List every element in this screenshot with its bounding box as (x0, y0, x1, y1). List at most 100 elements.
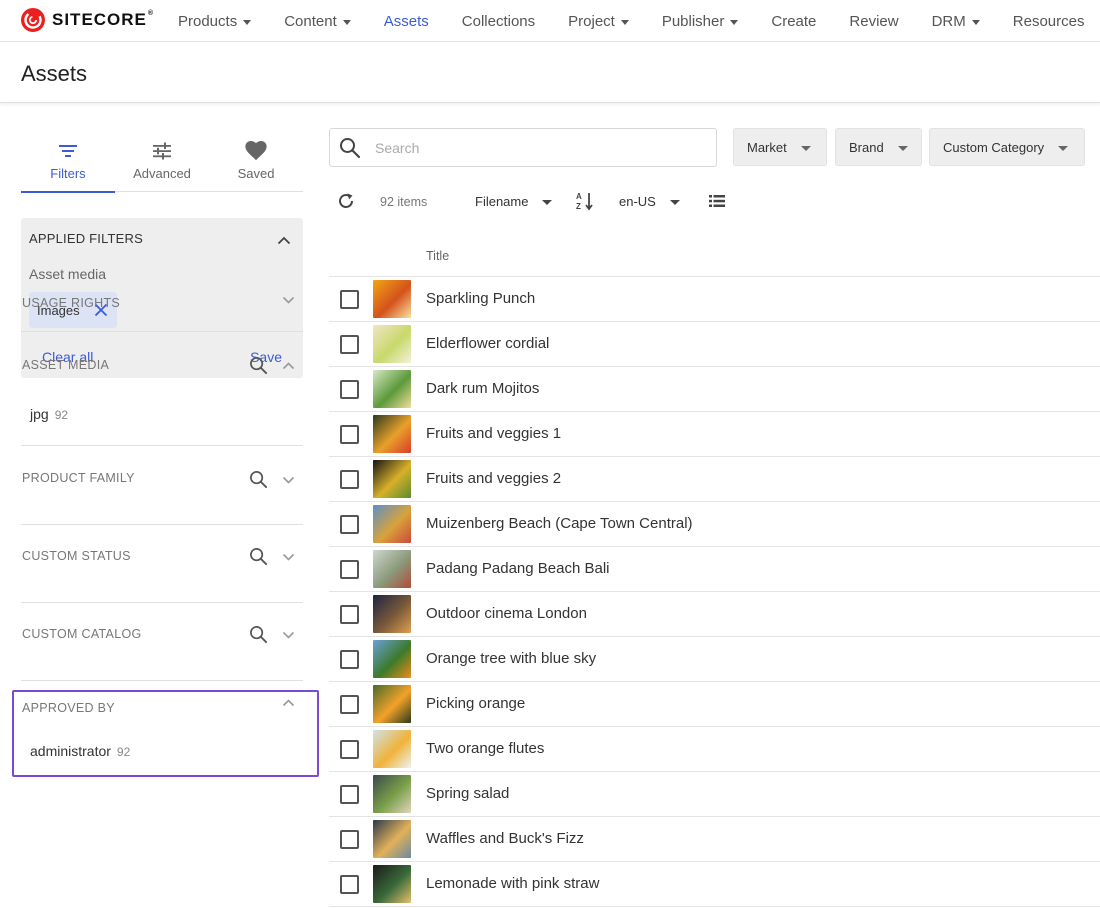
table-row[interactable]: Lemonade with pink straw (329, 862, 1100, 907)
search-icon[interactable] (249, 356, 268, 375)
custom-category-dropdown[interactable]: Custom Category (929, 128, 1085, 166)
table-row[interactable]: Two orange flutes (329, 727, 1100, 772)
refresh-icon[interactable] (337, 186, 355, 216)
row-checkbox[interactable] (340, 650, 359, 669)
nav-item-review[interactable]: Review (849, 13, 898, 30)
chevron-up-icon[interactable] (277, 232, 291, 250)
table-row[interactable]: Waffles and Buck's Fizz (329, 817, 1100, 862)
asset-thumbnail[interactable] (373, 865, 411, 903)
asset-thumbnail[interactable] (373, 595, 411, 633)
row-checkbox[interactable] (340, 695, 359, 714)
table-row[interactable]: Padang Padang Beach Bali (329, 547, 1100, 592)
row-checkbox[interactable] (340, 290, 359, 309)
row-checkbox[interactable] (340, 560, 359, 579)
asset-thumbnail[interactable] (373, 370, 411, 408)
nav-item-collections[interactable]: Collections (462, 13, 535, 30)
search-input[interactable] (375, 139, 675, 156)
asset-title[interactable]: Fruits and veggies 1 (426, 425, 561, 442)
facet-value[interactable]: jpg 92 (30, 406, 68, 422)
asset-thumbnail[interactable] (373, 820, 411, 858)
chevron-down-icon[interactable] (282, 553, 295, 561)
table-row[interactable]: Picking orange (329, 682, 1100, 727)
locale-dropdown[interactable]: en-US (619, 186, 680, 216)
asset-title[interactable]: Two orange flutes (426, 740, 544, 757)
row-checkbox[interactable] (340, 335, 359, 354)
tab-saved[interactable]: Saved (209, 134, 303, 192)
table-row[interactable]: Elderflower cordial (329, 322, 1100, 367)
facet-title[interactable]: ASSET MEDIA (22, 358, 109, 372)
tab-filters[interactable]: Filters (21, 134, 115, 193)
caret-down-icon (897, 145, 908, 151)
search-icon[interactable] (249, 470, 268, 489)
asset-thumbnail[interactable] (373, 640, 411, 678)
asset-title[interactable]: Waffles and Buck's Fizz (426, 830, 584, 847)
asset-title[interactable]: Elderflower cordial (426, 335, 549, 352)
table-row[interactable]: Fruits and veggies 1 (329, 412, 1100, 457)
asset-title[interactable]: Picking orange (426, 695, 525, 712)
asset-title[interactable]: Dark rum Mojitos (426, 380, 539, 397)
asset-thumbnail[interactable] (373, 775, 411, 813)
table-row[interactable]: Sparkling Punch (329, 277, 1100, 322)
asset-title[interactable]: Lemonade with pink straw (426, 875, 599, 892)
nav-item-drm[interactable]: DRM (932, 13, 980, 30)
asset-thumbnail[interactable] (373, 685, 411, 723)
nav-item-create[interactable]: Create (771, 13, 816, 30)
table-row[interactable]: Outdoor cinema London (329, 592, 1100, 637)
nav-item-resources[interactable]: Resources (1013, 13, 1085, 30)
table-row[interactable]: Fruits and veggies 2 (329, 457, 1100, 502)
sitecore-logo[interactable]: SITECORE® (20, 6, 154, 34)
nav-item-label: Create (771, 12, 817, 30)
row-checkbox[interactable] (340, 785, 359, 804)
facet-title[interactable]: USAGE RIGHTS (22, 296, 120, 310)
list-view-icon[interactable] (709, 186, 725, 216)
asset-thumbnail[interactable] (373, 505, 411, 543)
nav-item-content[interactable]: Content (284, 13, 351, 30)
asset-title[interactable]: Spring salad (426, 785, 509, 802)
tab-advanced[interactable]: Advanced (115, 134, 209, 192)
asset-title[interactable]: Sparkling Punch (426, 290, 535, 307)
row-checkbox[interactable] (340, 740, 359, 759)
sort-field-dropdown[interactable]: Filename (475, 186, 553, 216)
row-checkbox[interactable] (340, 830, 359, 849)
asset-title[interactable]: Muizenberg Beach (Cape Town Central) (426, 515, 693, 532)
table-row[interactable]: Dark rum Mojitos (329, 367, 1100, 412)
sort-order-icon[interactable]: AZ (576, 186, 594, 216)
row-checkbox[interactable] (340, 875, 359, 894)
search-icon[interactable] (249, 625, 268, 644)
nav-item-assets[interactable]: Assets (384, 13, 429, 30)
nav-item-publisher[interactable]: Publisher (662, 13, 739, 30)
row-checkbox[interactable] (340, 605, 359, 624)
asset-thumbnail[interactable] (373, 280, 411, 318)
asset-title[interactable]: Orange tree with blue sky (426, 650, 596, 667)
asset-thumbnail[interactable] (373, 460, 411, 498)
facet-title[interactable]: PRODUCT FAMILY (22, 471, 135, 485)
facet-title[interactable]: CUSTOM CATALOG (22, 627, 142, 641)
table-row[interactable]: Spring salad (329, 772, 1100, 817)
row-checkbox[interactable] (340, 425, 359, 444)
asset-title[interactable]: Fruits and veggies 2 (426, 470, 561, 487)
table-row[interactable]: Muizenberg Beach (Cape Town Central) (329, 502, 1100, 547)
facet-title[interactable]: CUSTOM STATUS (22, 549, 131, 563)
nav-item-project[interactable]: Project (568, 13, 629, 30)
row-checkbox[interactable] (340, 470, 359, 489)
search-icon[interactable] (249, 547, 268, 566)
chevron-down-icon[interactable] (282, 631, 295, 639)
table-body: Sparkling Punch Elderflower cordial Dark r… (329, 277, 1100, 907)
asset-title[interactable]: Padang Padang Beach Bali (426, 560, 609, 577)
asset-thumbnail[interactable] (373, 730, 411, 768)
asset-thumbnail[interactable] (373, 325, 411, 363)
nav-item-products[interactable]: Products (178, 13, 252, 30)
column-header-title[interactable]: Title (426, 249, 449, 263)
asset-thumbnail[interactable] (373, 415, 411, 453)
asset-thumbnail[interactable] (373, 550, 411, 588)
asset-title[interactable]: Outdoor cinema London (426, 605, 587, 622)
row-checkbox[interactable] (340, 515, 359, 534)
row-checkbox[interactable] (340, 380, 359, 399)
chevron-down-icon[interactable] (282, 296, 295, 304)
brand-dropdown[interactable]: Brand (835, 128, 922, 166)
chevron-up-icon[interactable] (282, 361, 295, 370)
table-row[interactable]: Orange tree with blue sky (329, 637, 1100, 682)
chevron-down-icon[interactable] (282, 476, 295, 484)
market-dropdown[interactable]: Market (733, 128, 827, 166)
sort-field-label: Filename (475, 193, 529, 209)
